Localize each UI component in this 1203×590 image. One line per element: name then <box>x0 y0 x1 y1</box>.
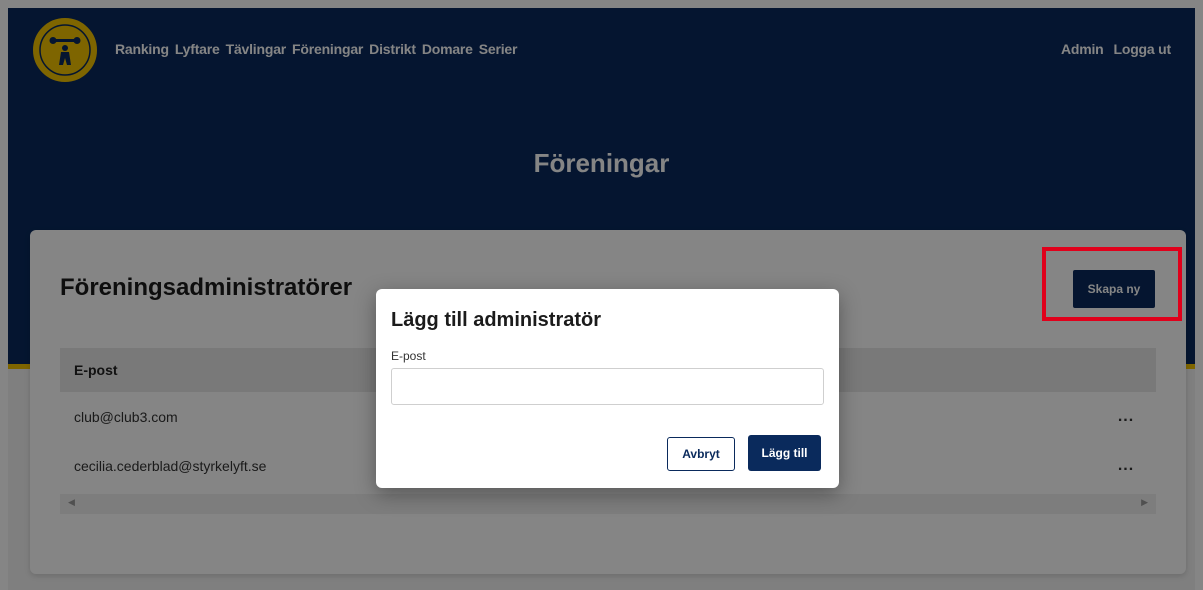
dialog-title: Lägg till administratör <box>391 309 602 331</box>
add-button[interactable]: Lägg till <box>748 435 821 471</box>
add-admin-dialog: Lägg till administratör E-post Avbryt Lä… <box>376 289 839 488</box>
email-input[interactable] <box>391 368 824 405</box>
cancel-button[interactable]: Avbryt <box>667 437 735 471</box>
email-label: E-post <box>391 349 426 363</box>
